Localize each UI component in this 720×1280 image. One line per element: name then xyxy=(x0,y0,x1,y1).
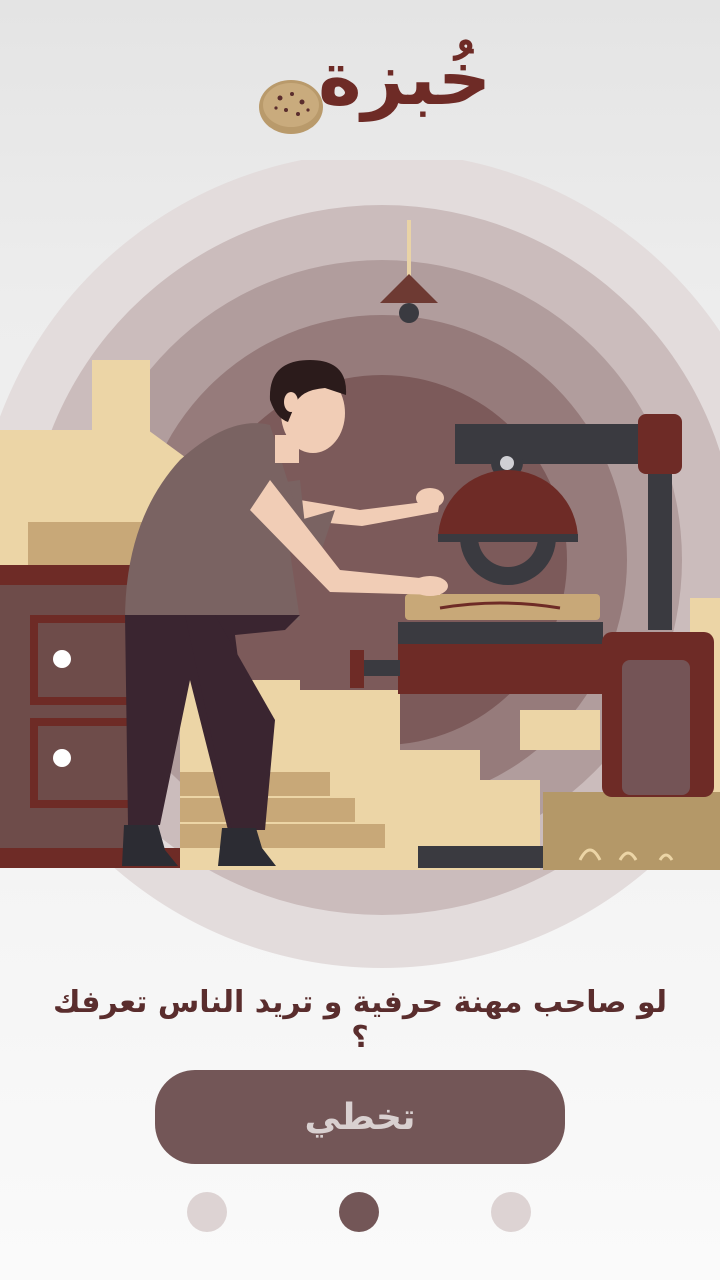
bread-icon xyxy=(259,80,323,134)
page-indicator xyxy=(0,1192,720,1232)
onboarding-headline: لو صاحب مهنة حرفية و تريد الناس تعرفك ؟ xyxy=(52,985,668,1055)
page-dot-2-active[interactable] xyxy=(339,1192,379,1232)
skip-button[interactable]: تخطي xyxy=(155,1070,565,1164)
page-dot-1[interactable] xyxy=(187,1192,227,1232)
carpenter-illustration xyxy=(0,160,720,968)
page-dot-3[interactable] xyxy=(491,1192,531,1232)
app-logo-text: خُبزة xyxy=(318,36,493,122)
